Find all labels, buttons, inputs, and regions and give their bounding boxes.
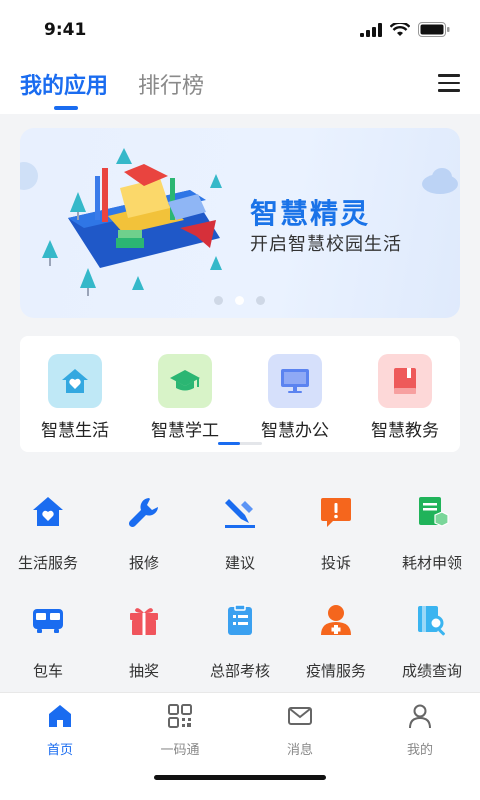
tab-home[interactable]: 首页: [0, 703, 120, 758]
app-smart-office[interactable]: 智慧办公: [240, 354, 350, 441]
service-suggestion[interactable]: 建议: [192, 492, 288, 573]
app-smart-academic[interactable]: 智慧教务: [350, 354, 460, 441]
service-lottery[interactable]: 抽奖: [96, 600, 192, 681]
banner-title: 智慧精灵: [250, 197, 371, 230]
service-label: 报修: [128, 554, 159, 572]
tab-one-code[interactable]: 一码通: [120, 703, 240, 758]
document-box-icon: [419, 497, 449, 527]
cloud-icon: [422, 168, 458, 194]
banner-carousel[interactable]: 智慧精灵 开启智慧校园生活: [20, 128, 460, 318]
status-icons: [360, 22, 450, 37]
clipboard-icon: [228, 604, 252, 635]
service-supplies[interactable]: 耗材申领: [384, 492, 480, 573]
carousel-dot[interactable]: [256, 296, 265, 305]
status-time: 9:41: [44, 20, 87, 40]
app-label: 智慧办公: [261, 421, 329, 441]
service-label: 疫情服务: [305, 662, 366, 680]
top-nav: 我的应用 排行榜: [0, 62, 480, 114]
battery-icon: [418, 22, 450, 37]
home-heart-icon: [62, 369, 88, 393]
carousel-dots: [214, 296, 265, 305]
active-tab-indicator: [54, 106, 78, 110]
service-label: 投诉: [320, 554, 351, 572]
signal-icon: [360, 22, 382, 37]
service-label: 成绩查询: [401, 662, 462, 680]
bottom-tab-bar: 首页 一码通 消息 我的: [0, 692, 480, 800]
smart-campus-illustration: [20, 148, 222, 296]
qr-code-icon: [168, 704, 192, 728]
carousel-dot[interactable]: [214, 296, 223, 305]
alert-chat-icon: [321, 498, 351, 527]
app-label: 智慧生活: [41, 421, 109, 441]
house-heart-icon: [33, 497, 63, 526]
medical-person-icon: [321, 605, 351, 635]
app-smart-life[interactable]: 智慧生活: [20, 354, 130, 441]
app-tile: [158, 354, 212, 408]
horizontal-scroll-indicator: [218, 442, 262, 445]
service-epidemic[interactable]: 疫情服务: [288, 600, 384, 681]
tab-messages[interactable]: 消息: [240, 703, 360, 758]
service-grid: 生活服务 报修 建议 投诉 耗材申领 包车 抽奖 总部考核 疫情服务 成绩查询: [0, 480, 480, 690]
service-grade-query[interactable]: 成绩查询: [384, 600, 480, 681]
menu-icon[interactable]: [438, 74, 460, 94]
banner-subtitle: 开启智慧校园生活: [250, 234, 402, 255]
wifi-icon: [390, 22, 410, 36]
app-category-card: 智慧生活 智慧学工 智慧办公 智慧教务: [20, 336, 460, 452]
mail-icon: [288, 707, 312, 725]
app-tile: [268, 354, 322, 408]
search-doc-icon: [418, 606, 445, 636]
gift-icon: [130, 608, 158, 635]
tab-label: 我的: [406, 743, 433, 758]
service-label: 抽奖: [128, 662, 159, 680]
wrench-icon: [128, 498, 158, 528]
tab-mine[interactable]: 我的: [360, 703, 480, 758]
app-smart-student-affairs[interactable]: 智慧学工: [130, 354, 240, 441]
tab-label: 消息: [286, 743, 313, 758]
status-bar: 9:41: [0, 0, 480, 62]
book-icon: [394, 368, 416, 394]
bus-icon: [33, 609, 63, 633]
tab-label: 一码通: [160, 743, 200, 758]
tab-my-apps[interactable]: 我的应用: [20, 68, 108, 100]
carousel-dot-active[interactable]: [235, 296, 244, 305]
graduation-cap-icon: [170, 370, 200, 391]
service-label: 建议: [224, 554, 255, 572]
app-tile: [378, 354, 432, 408]
home-icon: [49, 705, 71, 727]
service-hq-assessment[interactable]: 总部考核: [192, 600, 288, 681]
service-life[interactable]: 生活服务: [0, 492, 96, 573]
pen-icon: [225, 499, 255, 528]
user-icon: [409, 704, 431, 729]
monitor-icon: [281, 369, 309, 393]
app-label: 智慧学工: [151, 421, 219, 441]
service-label: 耗材申领: [401, 554, 462, 572]
service-complaint[interactable]: 投诉: [288, 492, 384, 573]
app-tile: [48, 354, 102, 408]
app-label: 智慧教务: [371, 421, 439, 441]
tab-ranking[interactable]: 排行榜: [138, 68, 204, 100]
service-label: 生活服务: [17, 554, 78, 572]
service-label: 包车: [32, 662, 63, 680]
service-bus-charter[interactable]: 包车: [0, 600, 96, 681]
service-repair[interactable]: 报修: [96, 492, 192, 573]
tab-label: 首页: [46, 743, 73, 758]
home-indicator[interactable]: [154, 775, 326, 780]
service-label: 总部考核: [209, 662, 270, 680]
